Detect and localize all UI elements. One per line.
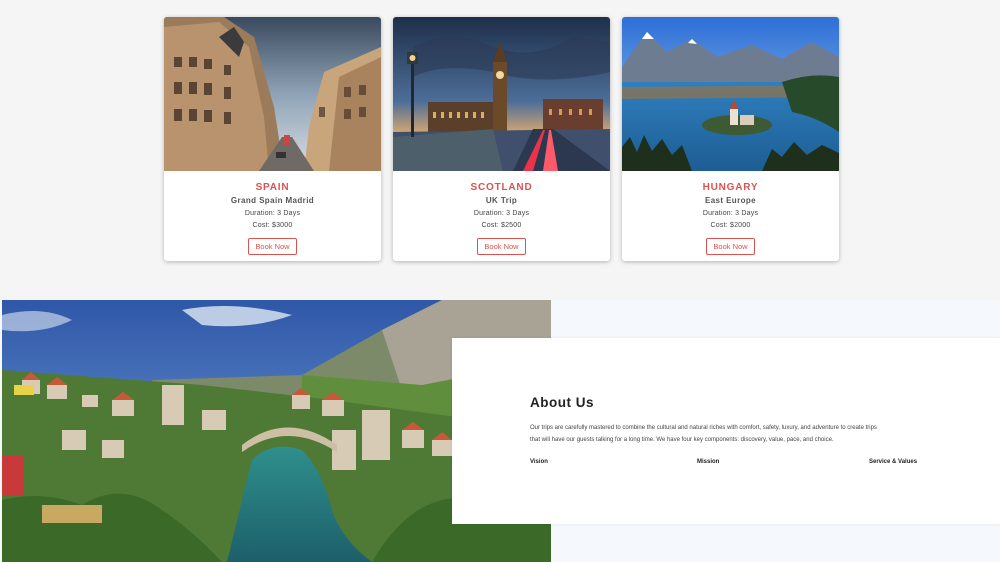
pillar-service-values: Service & Values <box>869 459 918 465</box>
book-now-button[interactable]: Book Now <box>477 238 526 255</box>
tour-subtitle: UK Trip <box>485 196 518 205</box>
tour-country: HUNGARY <box>702 182 759 193</box>
tour-country: SPAIN <box>255 182 290 193</box>
about-card: About Us Our trips are carefully mastere… <box>452 338 1000 524</box>
tour-duration: Duration: 3 Days <box>702 210 759 217</box>
book-now-button[interactable]: Book Now <box>706 238 755 255</box>
tour-duration: Duration: 3 Days <box>473 210 530 217</box>
tour-duration: Duration: 3 Days <box>244 210 301 217</box>
scotland-photo <box>393 17 610 171</box>
tour-cost: Cost: $2000 <box>710 222 751 229</box>
hungary-photo <box>622 17 839 171</box>
tour-subtitle: Grand Spain Madrid <box>230 196 315 205</box>
tour-cost: Cost: $3000 <box>252 222 293 229</box>
about-description: Our trips are carefully mastered to comb… <box>530 422 930 446</box>
tour-country: SCOTLAND <box>470 182 533 193</box>
tour-card-hungary: HUNGARY East Europe Duration: 3 Days Cos… <box>622 17 839 261</box>
pillar-vision: Vision <box>530 459 548 465</box>
tour-cost: Cost: $2500 <box>481 222 522 229</box>
about-text-line: that will have our guests talking for a … <box>530 437 834 443</box>
tour-card-scotland: SCOTLAND UK Trip Duration: 3 Days Cost: … <box>393 17 610 261</box>
about-title: About Us <box>530 395 594 410</box>
about-text-line: Our trips are carefully mastered to comb… <box>530 425 877 431</box>
tours-section: SPAIN Grand Spain Madrid Duration: 3 Day… <box>0 0 1000 300</box>
about-section: About Us Our trips are carefully mastere… <box>0 300 1000 562</box>
tour-card-spain: SPAIN Grand Spain Madrid Duration: 3 Day… <box>164 17 381 261</box>
tour-subtitle: East Europe <box>704 196 757 205</box>
spain-photo <box>164 17 381 171</box>
book-now-button[interactable]: Book Now <box>248 238 297 255</box>
pillar-mission: Mission <box>697 459 720 465</box>
